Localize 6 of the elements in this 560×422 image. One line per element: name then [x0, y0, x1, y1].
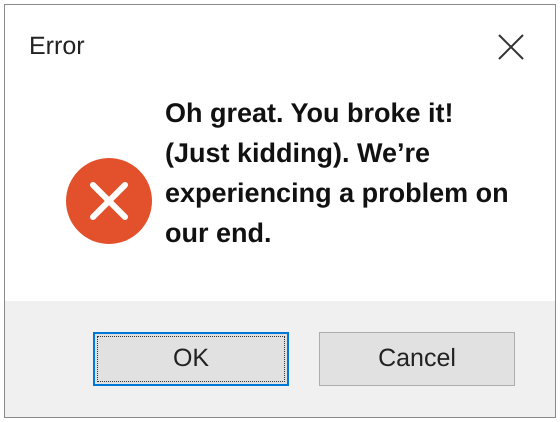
window-title: Error [29, 31, 85, 62]
dialog-button[interactable]: Cancel [319, 332, 515, 386]
error-message: Oh great. You broke it! (Just kidding). We’re experiencing a problem on our end. [165, 97, 510, 250]
error-icon [65, 157, 153, 245]
close-icon [498, 34, 524, 60]
dialog-button[interactable]: OK [93, 332, 289, 386]
